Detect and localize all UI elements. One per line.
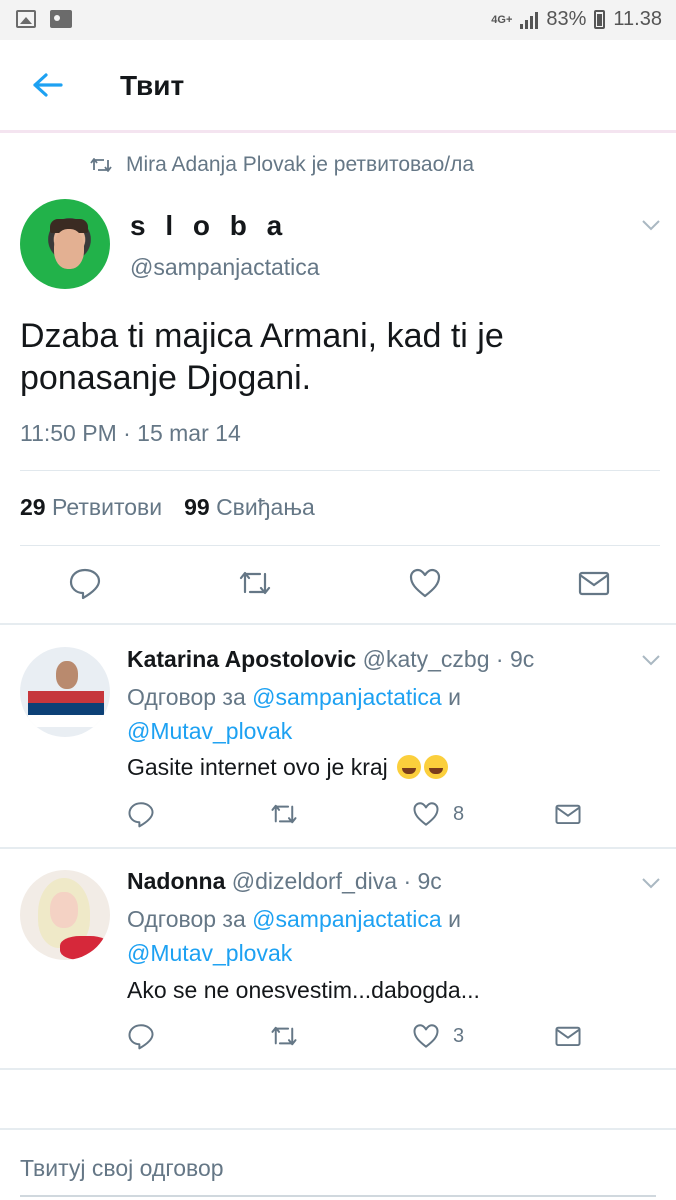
mention-link[interactable]: @sampanjactatica [252,906,442,932]
likes-label: Свиђања [216,494,315,520]
divider [20,470,660,471]
retweet-icon[interactable] [238,566,272,600]
reply-author-handle[interactable]: @dizeldorf_diva · 9c [232,868,442,894]
tweet-stats: 29 Ретвитови 99 Свиђања [20,494,315,521]
message-icon[interactable] [554,1022,582,1050]
tweet-author-handle[interactable]: @sampanjactatica [130,254,320,281]
retweets-stat[interactable]: 29 Ретвитови [20,494,162,521]
reply-header: Nadonna @dizeldorf_diva · 9c [127,868,442,895]
chevron-down-icon[interactable] [641,654,661,666]
reply-actions: 8 [0,800,676,830]
reply-author-name[interactable]: Katarina Apostolovic [127,646,356,672]
divider [0,1068,676,1070]
card-icon [50,10,72,28]
reply-icon[interactable] [127,800,155,828]
mention-link[interactable]: @Mutav_plovak [127,940,292,966]
retweets-label: Ретвитови [51,494,163,520]
battery-icon [594,10,606,29]
retweet-icon [90,158,112,172]
image-icon [16,10,36,28]
reply-icon[interactable] [127,1022,155,1050]
avatar[interactable] [20,199,110,289]
reply-conj: и [448,684,461,710]
reply-prefix: Одговор за [127,684,246,710]
heart-icon[interactable] [412,1022,440,1050]
retweet-context-text: Mira Adanja Plovak je ретвитовао/ла [126,153,475,176]
tweet-text: Dzaba ti majica Armani, kad ti je ponasa… [20,317,504,397]
reply-compose-input[interactable]: Твитуј свој одговор [20,1155,224,1182]
battery-percent: 83% [546,8,587,30]
divider [0,623,676,625]
arrow-left-icon[interactable] [30,70,64,100]
status-bar: 4G+ 83% 11.38 [0,0,676,40]
message-icon[interactable] [577,566,611,600]
retweets-count: 29 [20,494,46,520]
header-divider [0,130,676,133]
likes-count: 99 [184,494,210,520]
divider [0,847,676,849]
heart-icon[interactable] [412,800,440,828]
reply-icon[interactable] [68,566,102,600]
reply-prefix: Одговор за [127,906,246,932]
signal-icon [520,11,539,29]
divider [20,545,660,546]
reply-to-line: Одговор за @sampanjactatica и @Mutav_plo… [127,680,627,748]
top-app-bar: Твит [0,40,676,132]
tweet-timestamp: 11:50 PM · 15 mar 14 [20,420,241,446]
compose-underline [20,1195,656,1197]
chevron-down-icon[interactable] [641,219,661,231]
reply-header: Katarina Apostolovic @katy_czbg · 9c [127,646,534,673]
page-title: Твит [120,70,185,101]
retweet-context[interactable]: Mira Adanja Plovak je ретвитовао/ла [90,153,474,177]
laughing-emoji-icon [424,755,449,779]
tweet-author-name[interactable]: s l o b a [130,210,288,242]
reply-text: Gasite internet ovo je kraj [127,754,449,781]
reply-author-handle[interactable]: @katy_czbg · 9c [363,646,535,672]
reply-conj: и [448,906,461,932]
like-count: 3 [453,1025,465,1047]
avatar[interactable] [20,647,110,737]
chevron-down-icon[interactable] [641,877,661,889]
heart-icon[interactable] [408,566,442,600]
reply-text: Ako se ne onesvestim...dabogda... [127,977,480,1003]
reply-text-content: Gasite internet ovo je kraj [127,754,388,780]
tweet-actions [0,566,676,606]
clock: 11.38 [613,8,662,30]
reply-author-name[interactable]: Nadonna [127,868,225,894]
laughing-emoji-icon [397,755,422,779]
network-type: 4G+ [491,13,513,26]
reply-actions: 3 [0,1022,676,1052]
retweet-icon[interactable] [270,800,298,828]
like-count: 8 [453,803,465,825]
retweet-icon[interactable] [270,1022,298,1050]
reply-to-line: Одговор за @sampanjactatica и @Mutav_plo… [127,902,627,970]
avatar[interactable] [20,870,110,960]
likes-stat[interactable]: 99 Свиђања [184,494,315,521]
message-icon[interactable] [554,800,582,828]
mention-link[interactable]: @sampanjactatica [252,684,442,710]
compose-divider [0,1128,676,1130]
mention-link[interactable]: @Mutav_plovak [127,718,292,744]
